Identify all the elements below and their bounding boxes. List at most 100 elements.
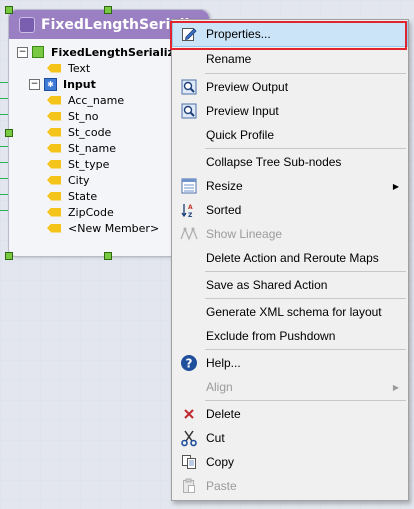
field-tag-icon [47,191,61,201]
input-table-icon: ✱ [44,77,57,91]
tree-item-label: St_type [68,157,110,171]
field-tag-icon [47,111,61,121]
tree-item[interactable]: State [47,188,97,204]
menu-item-help[interactable]: ? Help... [173,351,407,375]
menu-separator [205,73,406,74]
field-tag-icon [47,143,61,153]
menu-item-generate-xml[interactable]: Generate XML schema for layout [173,300,407,324]
menu-item-resize[interactable]: Resize ▶ [173,174,407,198]
edit-properties-icon [173,22,205,46]
tree-item-label: <New Member> [68,221,160,235]
delete-x-icon [173,402,205,426]
menu-item-label: Cut [206,431,225,445]
connector-line [0,162,8,163]
field-tag-icon [47,207,61,217]
menu-separator [205,298,406,299]
connector-line [0,210,8,211]
lineage-icon [173,222,205,246]
menu-separator [205,400,406,401]
tree-root-label: FixedLengthSerializer [51,45,187,59]
field-tag-icon [47,159,61,169]
tree-item-label: State [68,189,98,203]
menu-item-label: Quick Profile [206,128,275,142]
connector-line [0,146,8,147]
menu-item-label: Preview Output [206,80,289,94]
tree-item[interactable]: St_code [47,124,111,140]
green-square-icon [32,46,44,58]
menu-item-label: Resize [206,179,243,193]
tree-item[interactable]: St_name [47,140,116,156]
connector-line [0,194,8,195]
tree-item[interactable]: <New Member> [47,220,159,236]
tree-item-label: City [68,173,90,187]
svg-text:A: A [188,204,193,211]
resize-handle[interactable] [5,129,13,137]
menu-separator [205,148,406,149]
menu-item-label: Generate XML schema for layout [206,305,382,319]
menu-item-exclude-pushdown[interactable]: Exclude from Pushdown [173,324,407,348]
menu-item-delete[interactable]: Delete [173,402,407,426]
collapse-toggle[interactable]: − [29,78,40,90]
menu-item-label: Save as Shared Action [206,278,328,292]
menu-item-label: Properties... [206,27,271,41]
magnifier-icon [173,99,205,123]
menu-item-sorted[interactable]: AZ Sorted [173,198,407,222]
menu-item-preview-input[interactable]: Preview Input [173,99,407,123]
tree-item[interactable]: Acc_name [47,92,124,108]
connector-line [0,98,8,99]
field-tag-icon [47,63,61,73]
help-icon: ? [173,351,205,375]
copy-icon [173,450,205,474]
tree-item-label: St_no [68,109,99,123]
tree-item-input[interactable]: − ✱ Input [29,76,96,92]
tree-item[interactable]: St_no [47,108,99,124]
sort-az-icon: AZ [173,198,205,222]
serializer-icon [19,16,35,33]
menu-item-label: Collapse Tree Sub-nodes [206,155,342,169]
magnifier-icon [173,75,205,99]
svg-text:Z: Z [188,212,193,218]
menu-item-cut[interactable]: Cut [173,426,407,450]
resize-handle[interactable] [5,252,13,260]
connector-line [0,178,8,179]
menu-item-label: Show Lineage [206,227,283,241]
menu-separator [205,271,406,272]
menu-item-paste[interactable]: Paste [173,474,407,498]
resize-grid-icon [173,174,205,198]
menu-item-label: Help... [206,356,241,370]
tree-item-label: St_code [68,125,112,139]
tree-item-label: St_name [68,141,116,155]
menu-item-rename[interactable]: Rename [173,47,407,71]
connector-line [0,114,8,115]
resize-handle[interactable] [104,252,112,260]
menu-item-properties[interactable]: Properties... [172,21,408,47]
tree-root[interactable]: − FixedLengthSerializer [17,44,187,60]
tree-item-label: Input [63,77,96,91]
menu-item-show-lineage[interactable]: Show Lineage [173,222,407,246]
menu-item-label: Sorted [206,203,242,217]
menu-item-collapse-tree[interactable]: Collapse Tree Sub-nodes [173,150,407,174]
menu-item-preview-output[interactable]: Preview Output [173,75,407,99]
menu-item-label: Delete [206,407,241,421]
menu-item-label: Copy [206,455,235,469]
menu-item-align[interactable]: Align ▶ [173,375,407,399]
connector-line [0,82,8,83]
tree-item-label: Text [68,61,91,75]
svg-text:?: ? [186,357,193,371]
menu-item-label: Paste [206,479,237,493]
field-tag-icon [47,127,61,137]
submenu-arrow-icon: ▶ [392,181,399,191]
collapse-toggle[interactable]: − [17,46,28,58]
tree-item[interactable]: ZipCode [47,204,114,220]
menu-item-save-shared[interactable]: Save as Shared Action [173,273,407,297]
menu-item-delete-reroute[interactable]: Delete Action and Reroute Maps [173,246,407,270]
tree-item[interactable]: City [47,172,90,188]
tree-item[interactable]: St_type [47,156,109,172]
field-tag-icon [47,175,61,185]
tree-item[interactable]: Text [47,60,90,76]
menu-separator [205,349,406,350]
resize-handle[interactable] [5,6,13,14]
menu-item-quick-profile[interactable]: Quick Profile [173,123,407,147]
menu-item-copy[interactable]: Copy [173,450,407,474]
resize-handle[interactable] [104,6,112,14]
